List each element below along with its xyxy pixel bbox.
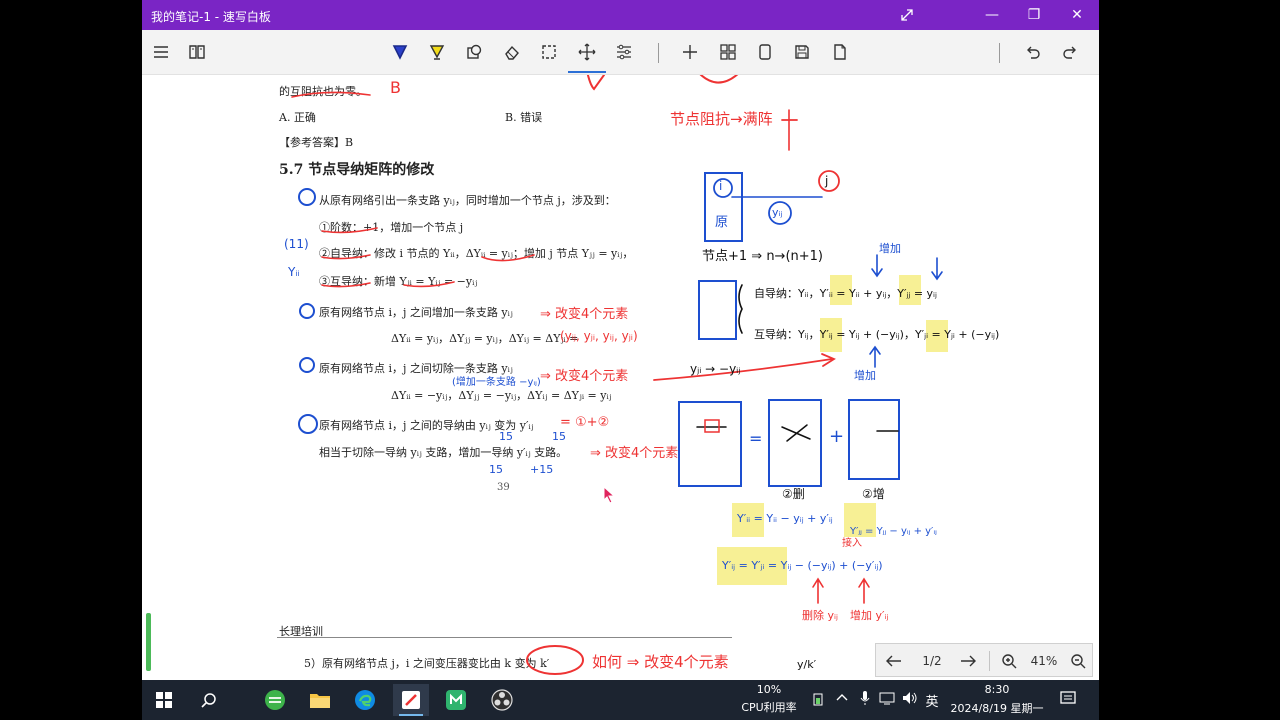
desktop: 我的笔记-1 - 速写白板 — ❐ ✕ 的互阻抗也为零。 A. 正确 B. 错误…	[0, 0, 1280, 720]
hw-node-j: j	[825, 174, 829, 188]
page-indicator: 1/2	[922, 654, 942, 668]
restore-button[interactable]: ❐	[1014, 0, 1054, 30]
windows-start-icon[interactable]	[146, 684, 182, 716]
hw-note: yⱼᵢ → −yᵢⱼ	[690, 362, 741, 376]
clock-time[interactable]: 8:30	[962, 683, 1032, 696]
hw-note: 15	[499, 430, 513, 443]
microphone-icon[interactable]	[858, 690, 872, 709]
zoom-out-icon[interactable]	[1066, 650, 1090, 672]
hw-note: ⇒ 改变4个元素	[540, 307, 629, 322]
battery-icon[interactable]	[811, 692, 825, 709]
whiteboard-canvas[interactable]: 的互阻抗也为零。 A. 正确 B. 错误 【参考答案】B 5.7 节点导纳矩阵的…	[142, 75, 1099, 680]
app-window: 我的笔记-1 - 速写白板 — ❐ ✕ 的互阻抗也为零。 A. 正确 B. 错误…	[142, 0, 1099, 680]
menu-icon[interactable]	[146, 38, 176, 66]
window-title: 我的笔记-1 - 速写白板	[151, 10, 271, 24]
hw-original: 原	[715, 215, 729, 230]
toolbar-divider	[999, 43, 1000, 63]
chevron-up-icon[interactable]	[835, 692, 849, 705]
hw-note: +	[829, 426, 845, 447]
redo-icon[interactable]	[1055, 38, 1085, 66]
page-navigator: 1/2 41%	[875, 643, 1093, 677]
hw-note: (yᵢⱼ, yⱼᵢ, yᵢⱼ, yⱼᵢ)	[560, 329, 638, 343]
hw-note: 删除 yᵢⱼ	[802, 609, 838, 622]
navigator-divider	[989, 651, 990, 671]
settings-sliders-icon[interactable]	[609, 38, 639, 66]
hw-equation: Y′ᵢⱼ = Y′ⱼᵢ = Yᵢⱼ − (−yᵢⱼ) + (−y′ᵢⱼ)	[722, 559, 883, 572]
taskbar: 10% CPU利用率 英 8:30 2024/8/19 星期一	[142, 680, 1099, 720]
clock-date[interactable]: 2024/8/19 星期一	[942, 700, 1052, 716]
hw-equation: Y′ᵢᵢ = Yᵢᵢ − yᵢⱼ + y′ᵢⱼ	[737, 512, 833, 525]
obs-icon[interactable]	[484, 684, 520, 716]
hw-equation: 自导纳：Yᵢᵢ，Y′ᵢᵢ = Yᵢᵢ + yᵢⱼ，Y′ⱼⱼ = yᵢⱼ	[754, 287, 937, 300]
hw-note: (11)	[284, 237, 309, 251]
browser-360-icon[interactable]	[257, 684, 293, 716]
zoom-in-icon[interactable]	[997, 650, 1021, 672]
hw-note: 节点+1 ⇒ n→(n+1)	[702, 249, 823, 264]
arrow-right-icon[interactable]	[956, 650, 980, 672]
hw-note: 增加	[879, 242, 901, 255]
hw-note: Yᵢᵢ	[288, 265, 300, 279]
hw-equation: 互导纳：Yᵢⱼ，Y′ᵢⱼ = Yᵢⱼ + (−yᵢⱼ)，Y′ⱼᵢ = Yⱼᵢ +…	[754, 328, 1000, 341]
hw-note: 15	[489, 463, 503, 476]
edge-icon[interactable]	[347, 684, 383, 716]
hw-note: 如何 ⇒ 改变4个元素	[592, 653, 729, 671]
hw-note: ②删	[782, 487, 805, 501]
pan-icon[interactable]	[568, 38, 606, 73]
pen-icon[interactable]	[385, 38, 415, 66]
notification-icon[interactable]	[1058, 690, 1078, 709]
file-explorer-icon[interactable]	[302, 684, 338, 716]
hw-note: +15	[530, 463, 554, 476]
hw-note: 接入	[842, 538, 862, 549]
hw-answer-b: B	[390, 78, 401, 97]
hw-note: 增加	[854, 369, 876, 382]
toolbar-divider	[658, 43, 659, 63]
volume-icon[interactable]	[901, 691, 919, 708]
hw-note: = ①+②	[560, 415, 610, 430]
eraser-icon[interactable]	[497, 38, 527, 66]
hw-note: =	[749, 429, 763, 448]
scroll-indicator[interactable]	[146, 613, 151, 671]
hw-note: ②增	[862, 487, 885, 501]
cpu-label: CPU利用率	[741, 701, 797, 714]
export-icon[interactable]	[825, 38, 855, 66]
lasso-select-icon[interactable]	[534, 38, 564, 66]
search-icon[interactable]	[191, 684, 227, 716]
hw-note: 节点阻抗→满阵	[670, 110, 773, 128]
close-button[interactable]: ✕	[1057, 0, 1097, 30]
arrow-left-icon[interactable]	[882, 650, 906, 672]
hw-note: y/k′	[797, 658, 817, 671]
expand-icon[interactable]	[887, 0, 927, 30]
whiteboard-app-icon[interactable]	[393, 684, 429, 716]
highlighter-icon[interactable]	[422, 38, 452, 66]
network-icon[interactable]	[878, 691, 896, 708]
hw-note: ⇒ 改变4个元素	[590, 446, 679, 461]
minimize-button[interactable]: —	[972, 0, 1012, 30]
hw-equation: Y′ⱼⱼ = Yⱼⱼ − yᵢⱼ + y′ᵢⱼ	[850, 526, 937, 537]
ime-indicator[interactable]: 英	[922, 691, 942, 710]
toolbar	[142, 30, 1099, 75]
hw-note: 增加 y′ᵢⱼ	[850, 609, 889, 622]
hw-note: 15	[552, 430, 566, 443]
add-icon[interactable]	[675, 38, 705, 66]
book-icon[interactable]	[182, 38, 212, 66]
title-bar[interactable]: 我的笔记-1 - 速写白板 — ❐ ✕	[142, 0, 1099, 30]
hw-note: ⇒ 改变4个元素	[540, 369, 629, 384]
zoom-level: 41%	[1030, 654, 1058, 668]
grid-icon[interactable]	[713, 38, 743, 66]
mouse-cursor-icon	[603, 486, 616, 504]
hw-node-i: i	[719, 179, 723, 193]
save-icon[interactable]	[787, 38, 817, 66]
page-icon[interactable]	[750, 38, 780, 66]
hw-note: (增加一条支路 −yᵢⱼ)	[452, 377, 541, 388]
undo-icon[interactable]	[1018, 38, 1048, 66]
hw-yij: yᵢⱼ	[772, 206, 783, 219]
cpu-usage: 10%	[756, 683, 782, 696]
shape-icon[interactable]	[459, 38, 489, 66]
mindmap-app-icon[interactable]	[438, 684, 474, 716]
